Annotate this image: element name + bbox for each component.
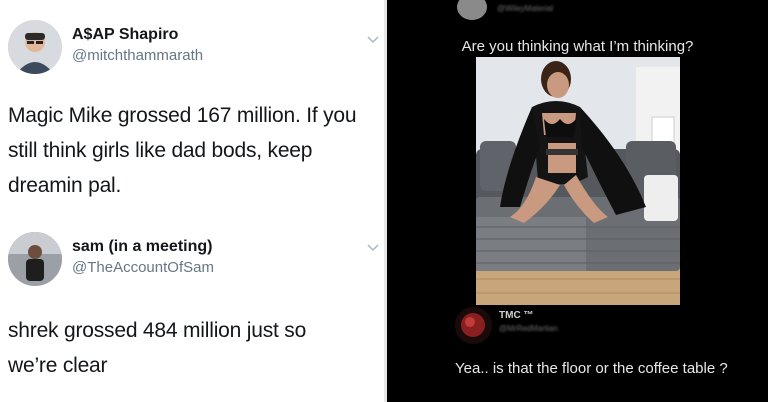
display-name[interactable]: A$AP Shapiro bbox=[72, 26, 178, 44]
display-name[interactable]: sam (in a meeting) bbox=[72, 238, 212, 256]
post-caption: Are you thinking what I’m thinking? bbox=[461, 38, 694, 55]
display-name[interactable]: TMC ™ bbox=[499, 310, 533, 321]
post-photo[interactable] bbox=[476, 57, 680, 305]
chevron-down-icon[interactable] bbox=[366, 32, 380, 46]
user-handle[interactable]: @mitchthammarath bbox=[72, 47, 203, 64]
reply-text: Yea.. is that the floor or the coffee ta… bbox=[455, 360, 728, 377]
chevron-down-icon[interactable] bbox=[366, 240, 380, 254]
tweet-text: shrek grossed 484 million just so we’re … bbox=[8, 319, 307, 377]
left-panel: A$AP Shapiro @mitchthammarath Magic Mike… bbox=[0, 0, 384, 402]
tweet-text: Magic Mike grossed 167 million. If you s… bbox=[8, 104, 357, 197]
avatar[interactable] bbox=[8, 232, 62, 286]
avatar[interactable] bbox=[457, 0, 487, 20]
right-panel: @WileyMaterial Are you thinking what I’m… bbox=[387, 0, 768, 402]
photo-icon bbox=[476, 57, 680, 305]
user-handle[interactable]: @WileyMaterial bbox=[497, 4, 553, 13]
user-avatar-icon bbox=[8, 20, 62, 74]
user-avatar-icon bbox=[455, 307, 492, 344]
user-handle[interactable]: @TheAccountOfSam bbox=[72, 259, 214, 276]
user-handle[interactable]: @MrRedMartian bbox=[499, 324, 558, 333]
avatar[interactable] bbox=[8, 20, 62, 74]
user-avatar-icon bbox=[8, 232, 62, 286]
avatar[interactable] bbox=[455, 307, 492, 344]
